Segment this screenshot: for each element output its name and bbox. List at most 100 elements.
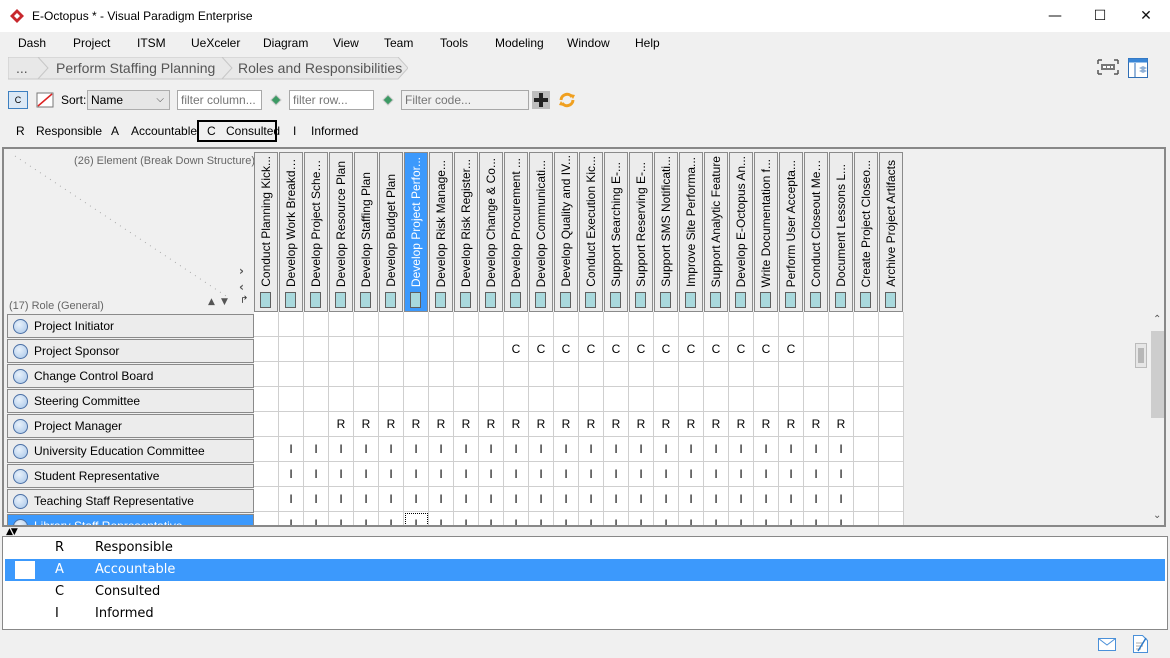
matrix-cell[interactable]: I [779,487,804,512]
matrix-cell[interactable]: R [754,412,779,437]
column-header[interactable]: Write Documentation f... [754,152,778,312]
matrix-cell[interactable] [879,337,904,362]
matrix-cell[interactable] [854,387,879,412]
legend-label-accountable[interactable]: Accountable [131,120,197,142]
row-header[interactable]: Library Staff Representative [7,514,255,525]
filter-code-input[interactable] [401,90,529,110]
matrix-cell[interactable] [629,312,654,337]
mail-icon[interactable] [1098,638,1116,654]
menu-modeling[interactable]: Modeling [495,36,544,50]
matrix-cell[interactable] [479,312,504,337]
matrix-cell[interactable]: I [379,437,404,462]
matrix-cell[interactable]: I [529,462,554,487]
matrix-cell[interactable]: I [579,437,604,462]
column-header[interactable]: Document Lessons L... [829,152,853,312]
matrix-cell[interactable]: R [704,412,729,437]
matrix-cell[interactable]: I [629,512,654,525]
clear-cells-icon[interactable] [36,92,54,111]
matrix-cell[interactable]: I [579,487,604,512]
matrix-cell[interactable]: I [554,462,579,487]
matrix-cell[interactable]: C [704,337,729,362]
matrix-cell[interactable] [254,512,279,525]
matrix-cell[interactable] [379,387,404,412]
maximize-button[interactable]: ☐ [1077,0,1123,32]
filter-row-input[interactable] [289,90,374,110]
matrix-cell[interactable]: I [779,512,804,525]
matrix-cell[interactable] [654,387,679,412]
matrix-cell[interactable] [854,512,879,525]
row-header[interactable]: Project Sponsor [7,339,255,363]
matrix-cell[interactable] [779,312,804,337]
matrix-cell[interactable] [279,312,304,337]
matrix-cell[interactable] [554,387,579,412]
matrix-cell[interactable] [254,387,279,412]
matrix-cell[interactable] [679,362,704,387]
matrix-cell[interactable] [554,312,579,337]
matrix-cell[interactable] [354,362,379,387]
matrix-cell[interactable] [254,412,279,437]
matrix-cell[interactable] [804,387,829,412]
matrix-cell[interactable] [804,337,829,362]
fit-diagram-icon[interactable] [1097,59,1119,78]
matrix-cell[interactable] [254,437,279,462]
matrix-cell[interactable]: R [479,412,504,437]
matrix-cell[interactable]: I [554,512,579,525]
matrix-cell[interactable] [404,337,429,362]
matrix-cell[interactable] [379,312,404,337]
refresh-icon[interactable] [558,91,576,112]
matrix-cell[interactable]: I [404,437,429,462]
matrix-cell[interactable] [254,337,279,362]
matrix-cell[interactable]: I [629,487,654,512]
matrix-cell[interactable] [279,337,304,362]
code-color-swatch-icon[interactable] [15,561,35,579]
matrix-cell[interactable]: I [304,512,329,525]
matrix-cell[interactable]: R [329,412,354,437]
matrix-cell[interactable]: I [554,437,579,462]
column-header[interactable]: Develop Work Breakdo... [279,152,303,312]
row-header[interactable]: Teaching Staff Representative [7,489,255,513]
filter-column-input[interactable] [177,90,262,110]
legend-code-accountable[interactable]: A [111,120,119,142]
matrix-cell[interactable] [729,387,754,412]
matrix-cell[interactable]: I [479,437,504,462]
column-header[interactable]: Develop Budget Plan [379,152,403,312]
code-list-item[interactable]: I Informed [5,603,1165,625]
matrix-cell[interactable] [679,312,704,337]
matrix-cell[interactable]: I [279,487,304,512]
matrix-cell[interactable]: I [279,437,304,462]
matrix-cell[interactable] [529,387,554,412]
menu-view[interactable]: View [333,36,359,50]
matrix-cell[interactable] [854,462,879,487]
menu-uexceler[interactable]: UeXceler [191,36,240,50]
matrix-cell[interactable] [879,387,904,412]
matrix-cell[interactable]: I [604,437,629,462]
matrix-cell[interactable] [329,337,354,362]
matrix-cell[interactable] [529,362,554,387]
matrix-cell[interactable]: R [554,412,579,437]
matrix-cell[interactable]: I [829,512,854,525]
matrix-cell[interactable]: I [729,512,754,525]
matrix-cell[interactable]: I [704,487,729,512]
matrix-cell[interactable] [304,312,329,337]
matrix-cell[interactable]: I [354,487,379,512]
matrix-cell[interactable]: I [279,512,304,525]
vertical-scrollbar[interactable]: ⌃ ⌄ [1150,314,1164,525]
matrix-cell[interactable]: I [604,512,629,525]
matrix-cell[interactable] [579,387,604,412]
matrix-cell[interactable]: I [379,462,404,487]
matrix-cell[interactable]: I [429,462,454,487]
matrix-cell[interactable] [479,387,504,412]
matrix-cell[interactable]: C [529,337,554,362]
matrix-cell[interactable] [629,387,654,412]
matrix-cell[interactable]: I [354,462,379,487]
matrix-cell[interactable]: I [704,462,729,487]
matrix-cell[interactable]: R [604,412,629,437]
matrix-cell[interactable] [354,312,379,337]
matrix-cell[interactable] [604,362,629,387]
matrix-cell[interactable]: I [479,487,504,512]
matrix-cell[interactable] [879,437,904,462]
matrix-cell[interactable] [854,362,879,387]
matrix-cell[interactable]: I [704,512,729,525]
matrix-cell[interactable]: C [754,337,779,362]
column-header[interactable]: Develop Staffing Plan [354,152,378,312]
